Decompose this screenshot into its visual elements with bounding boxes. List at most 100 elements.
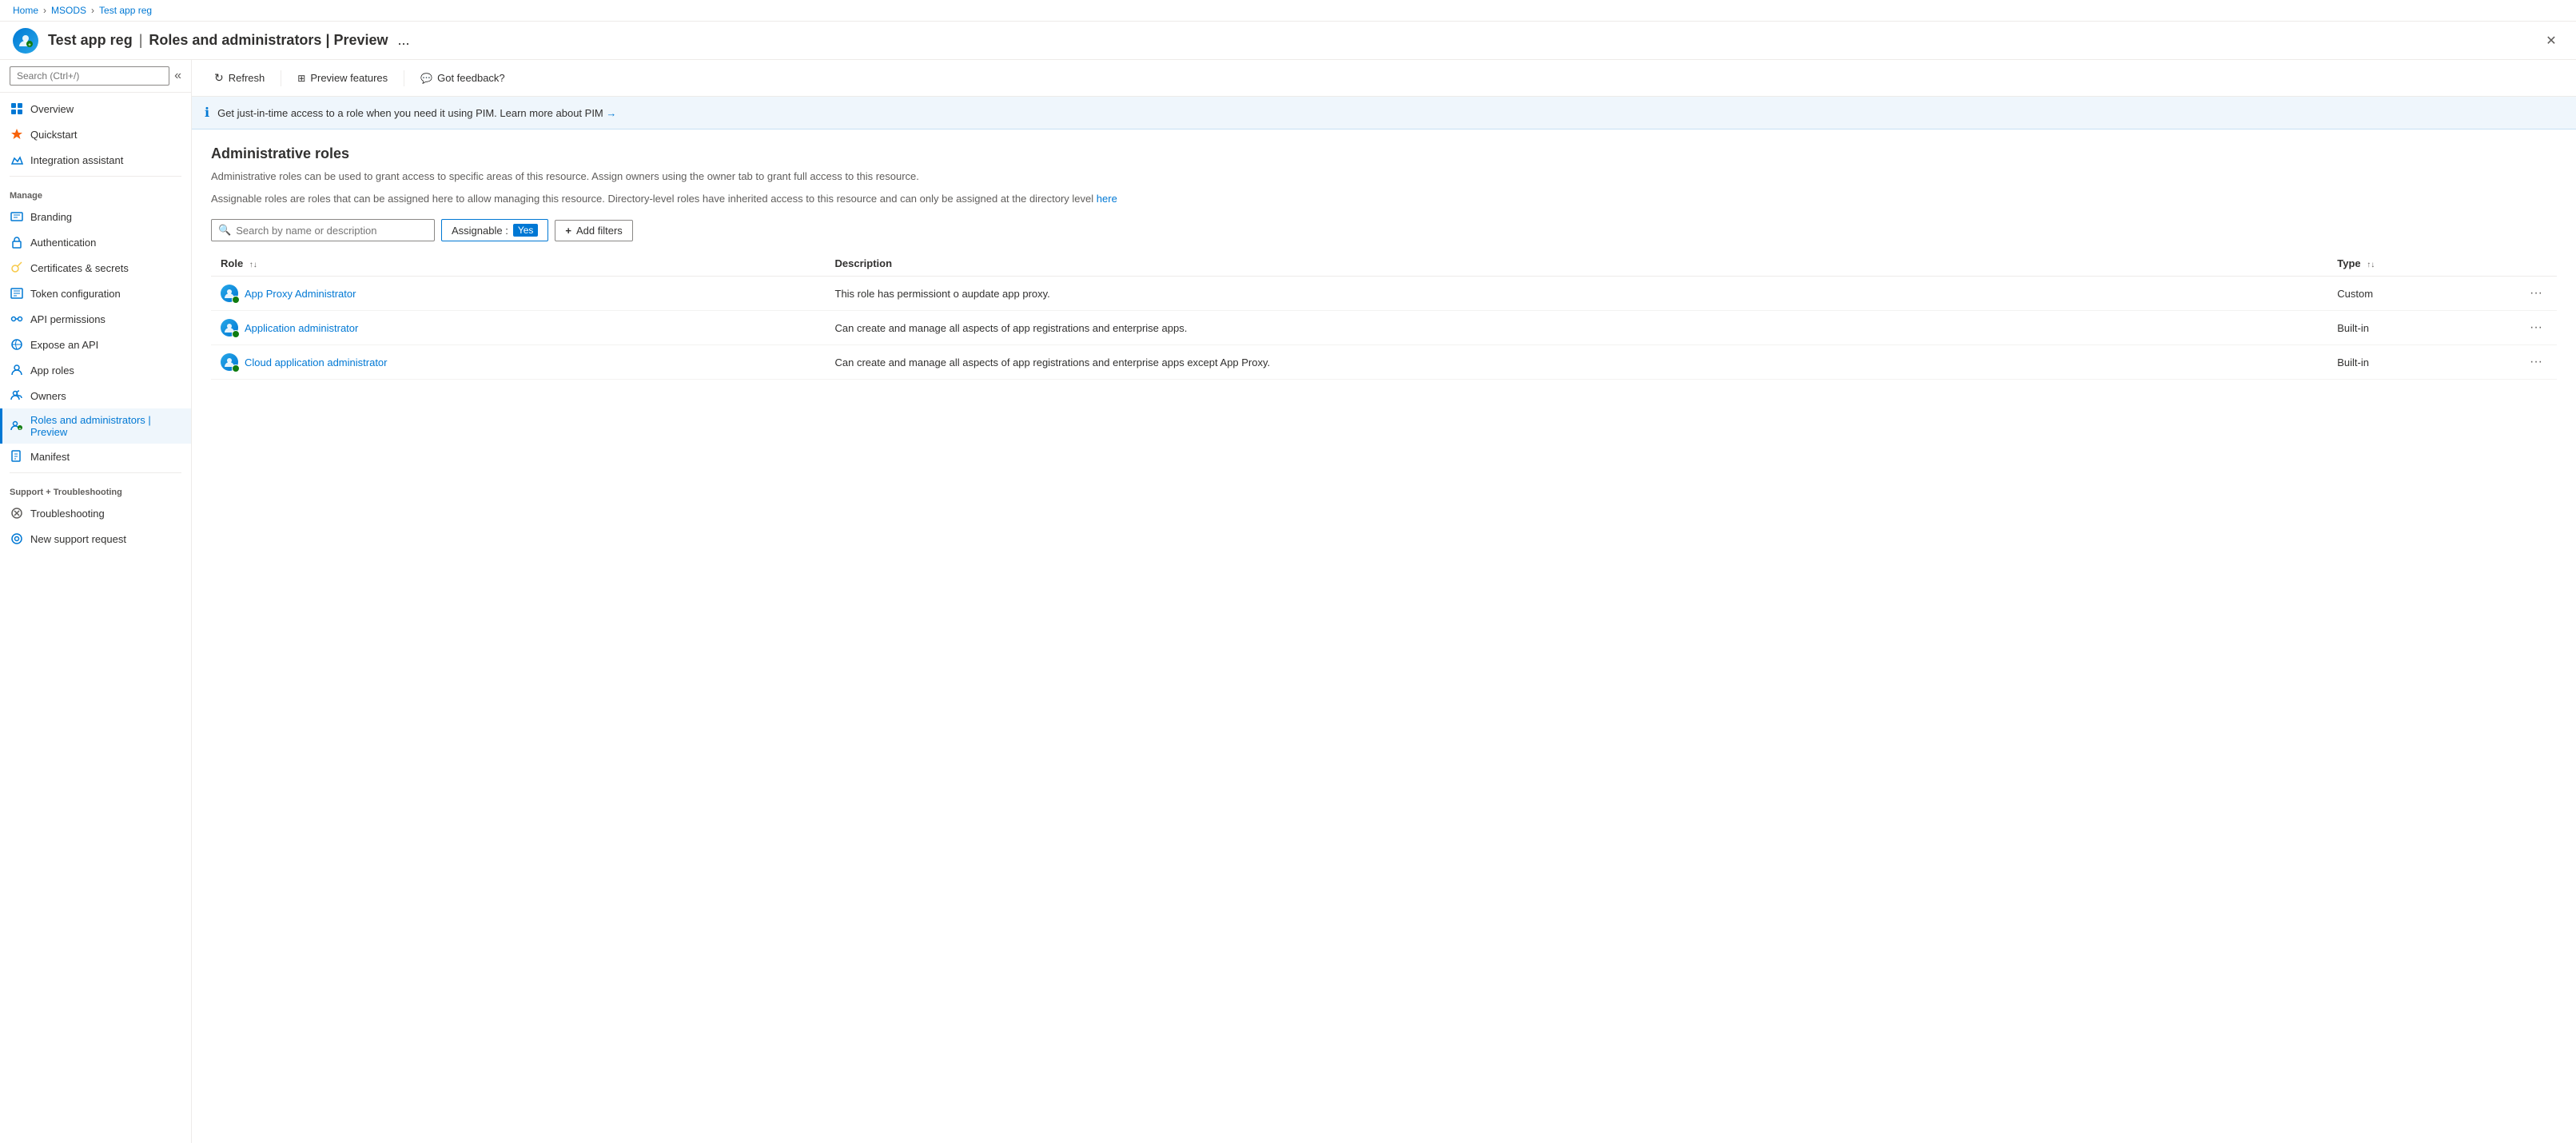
sidebar-item-integration-assistant[interactable]: Integration assistant	[0, 147, 191, 173]
header-ellipsis-button[interactable]: ...	[398, 32, 410, 49]
search-by-name-input[interactable]	[236, 225, 428, 237]
section-desc-1: Administrative roles can be used to gran…	[211, 169, 2557, 185]
info-banner: ℹ Get just-in-time access to a role when…	[192, 97, 2576, 129]
sidebar-item-certificates-secrets[interactable]: Certificates & secrets	[0, 255, 191, 281]
sidebar-item-quickstart[interactable]: Quickstart	[0, 121, 191, 147]
row-actions-button-3[interactable]: ···	[2525, 353, 2547, 371]
sidebar-label-token-configuration: Token configuration	[30, 288, 121, 300]
authentication-icon	[10, 235, 24, 249]
role-name[interactable]: App Proxy Administrator	[245, 288, 356, 300]
role-cell-2: Application administrator	[211, 311, 826, 345]
sidebar-item-app-roles[interactable]: App roles	[0, 357, 191, 383]
sidebar-item-authentication[interactable]: Authentication	[0, 229, 191, 255]
sidebar-item-troubleshooting[interactable]: Troubleshooting	[0, 500, 191, 526]
toolbar: Refresh Preview features Got feedback?	[192, 60, 2576, 97]
filter-badge-label: Assignable :	[452, 225, 508, 237]
table-row: Application administrator Can create and…	[211, 311, 2557, 345]
sort-icon-role: ↑↓	[249, 261, 257, 269]
role-badge-overlay	[232, 330, 240, 338]
main-layout: « Overview Quickstart Integration as	[0, 60, 2576, 1143]
token-configuration-icon	[10, 286, 24, 301]
sidebar-label-api-permissions: API permissions	[30, 313, 106, 325]
page-header: + Test app reg | Roles and administrator…	[0, 22, 2576, 60]
sidebar-item-roles-administrators[interactable]: + Roles and administrators | Preview	[0, 408, 191, 444]
role-avatar	[221, 285, 238, 302]
breadcrumb: Home › MSODS › Test app reg	[0, 0, 2576, 22]
manifest-icon	[10, 449, 24, 464]
breadcrumb-chevron-1: ›	[43, 5, 46, 16]
role-avatar	[221, 319, 238, 337]
close-button[interactable]: ✕	[2539, 29, 2563, 53]
breadcrumb-home[interactable]: Home	[13, 5, 38, 16]
sidebar-label-new-support-request: New support request	[30, 533, 126, 545]
actions-cell-2: ···	[2515, 311, 2557, 345]
sidebar-nav: Overview Quickstart Integration assistan…	[0, 93, 191, 555]
add-filters-icon: +	[565, 225, 571, 237]
page-title: Test app reg | Roles and administrators …	[48, 32, 388, 49]
app-roles-icon	[10, 363, 24, 377]
svg-text:+: +	[19, 427, 22, 432]
table-row: App Proxy Administrator This role has pe…	[211, 277, 2557, 311]
section-desc-2: Assignable roles are roles that can be a…	[211, 191, 2557, 207]
sidebar-divider-manage	[10, 176, 181, 177]
column-header-role[interactable]: Role ↑↓	[211, 251, 826, 277]
column-header-description[interactable]: Description	[826, 251, 2328, 277]
sort-icon-type: ↑↓	[2367, 261, 2375, 269]
type-cell-3: Built-in	[2327, 345, 2515, 380]
role-avatar	[221, 353, 238, 371]
breadcrumb-app-reg[interactable]: Test app reg	[99, 5, 152, 16]
breadcrumb-msods[interactable]: MSODS	[51, 5, 86, 16]
filter-row: 🔍 Assignable : Yes + Add filters	[211, 219, 2557, 241]
add-filters-button[interactable]: + Add filters	[555, 220, 632, 241]
role-badge-overlay	[232, 364, 240, 372]
role-badge-overlay	[232, 296, 240, 304]
sidebar-item-token-configuration[interactable]: Token configuration	[0, 281, 191, 306]
refresh-button[interactable]: Refresh	[205, 66, 274, 90]
sidebar-label-certificates: Certificates & secrets	[30, 262, 129, 274]
sidebar-label-authentication: Authentication	[30, 237, 96, 249]
feedback-icon	[420, 72, 432, 84]
new-support-request-icon	[10, 532, 24, 546]
got-feedback-button[interactable]: Got feedback?	[411, 67, 515, 89]
role-name[interactable]: Application administrator	[245, 322, 358, 334]
sidebar-item-api-permissions[interactable]: API permissions	[0, 306, 191, 332]
quickstart-icon	[10, 127, 24, 141]
sidebar-section-support: Support + Troubleshooting	[0, 476, 191, 500]
description-cell-2: Can create and manage all aspects of app…	[826, 311, 2328, 345]
sidebar-item-overview[interactable]: Overview	[0, 96, 191, 121]
role-name[interactable]: Cloud application administrator	[245, 356, 387, 368]
assignable-filter-badge[interactable]: Assignable : Yes	[441, 219, 548, 241]
sidebar-item-owners[interactable]: Owners	[0, 383, 191, 408]
sidebar-item-branding[interactable]: Branding	[0, 204, 191, 229]
sidebar-label-quickstart: Quickstart	[30, 129, 78, 141]
row-actions-button-2[interactable]: ···	[2525, 319, 2547, 337]
sidebar-divider-support	[10, 472, 181, 473]
sidebar-label-expose-api: Expose an API	[30, 339, 98, 351]
search-filter-container[interactable]: 🔍	[211, 219, 435, 241]
sidebar-search-container: «	[0, 60, 191, 93]
search-input[interactable]	[10, 66, 169, 86]
table-row: Cloud application administrator Can crea…	[211, 345, 2557, 380]
actions-cell-1: ···	[2515, 277, 2557, 311]
sidebar-label-troubleshooting: Troubleshooting	[30, 508, 105, 520]
sidebar-item-manifest[interactable]: Manifest	[0, 444, 191, 469]
owners-icon	[10, 388, 24, 403]
preview-features-button[interactable]: Preview features	[288, 67, 397, 89]
sidebar-item-expose-api[interactable]: Expose an API	[0, 332, 191, 357]
section-desc-here-link[interactable]: here	[1097, 193, 1117, 205]
role-cell-1: App Proxy Administrator	[211, 277, 826, 311]
sidebar-collapse-button[interactable]: «	[174, 69, 181, 83]
sidebar-label-integration-assistant: Integration assistant	[30, 154, 123, 166]
refresh-icon	[214, 71, 224, 85]
expose-api-icon	[10, 337, 24, 352]
main-content: Refresh Preview features Got feedback? ℹ…	[192, 60, 2576, 1143]
column-header-actions	[2515, 251, 2557, 277]
sidebar-item-new-support-request[interactable]: New support request	[0, 526, 191, 552]
row-actions-button-1[interactable]: ···	[2525, 285, 2547, 302]
branding-icon	[10, 209, 24, 224]
info-banner-pim-link[interactable]: →	[606, 107, 616, 119]
column-header-type[interactable]: Type ↑↓	[2327, 251, 2515, 277]
table-header-row: Role ↑↓ Description Type ↑↓	[211, 251, 2557, 277]
breadcrumb-chevron-2: ›	[91, 5, 94, 16]
search-filter-icon: 🔍	[218, 224, 231, 237]
